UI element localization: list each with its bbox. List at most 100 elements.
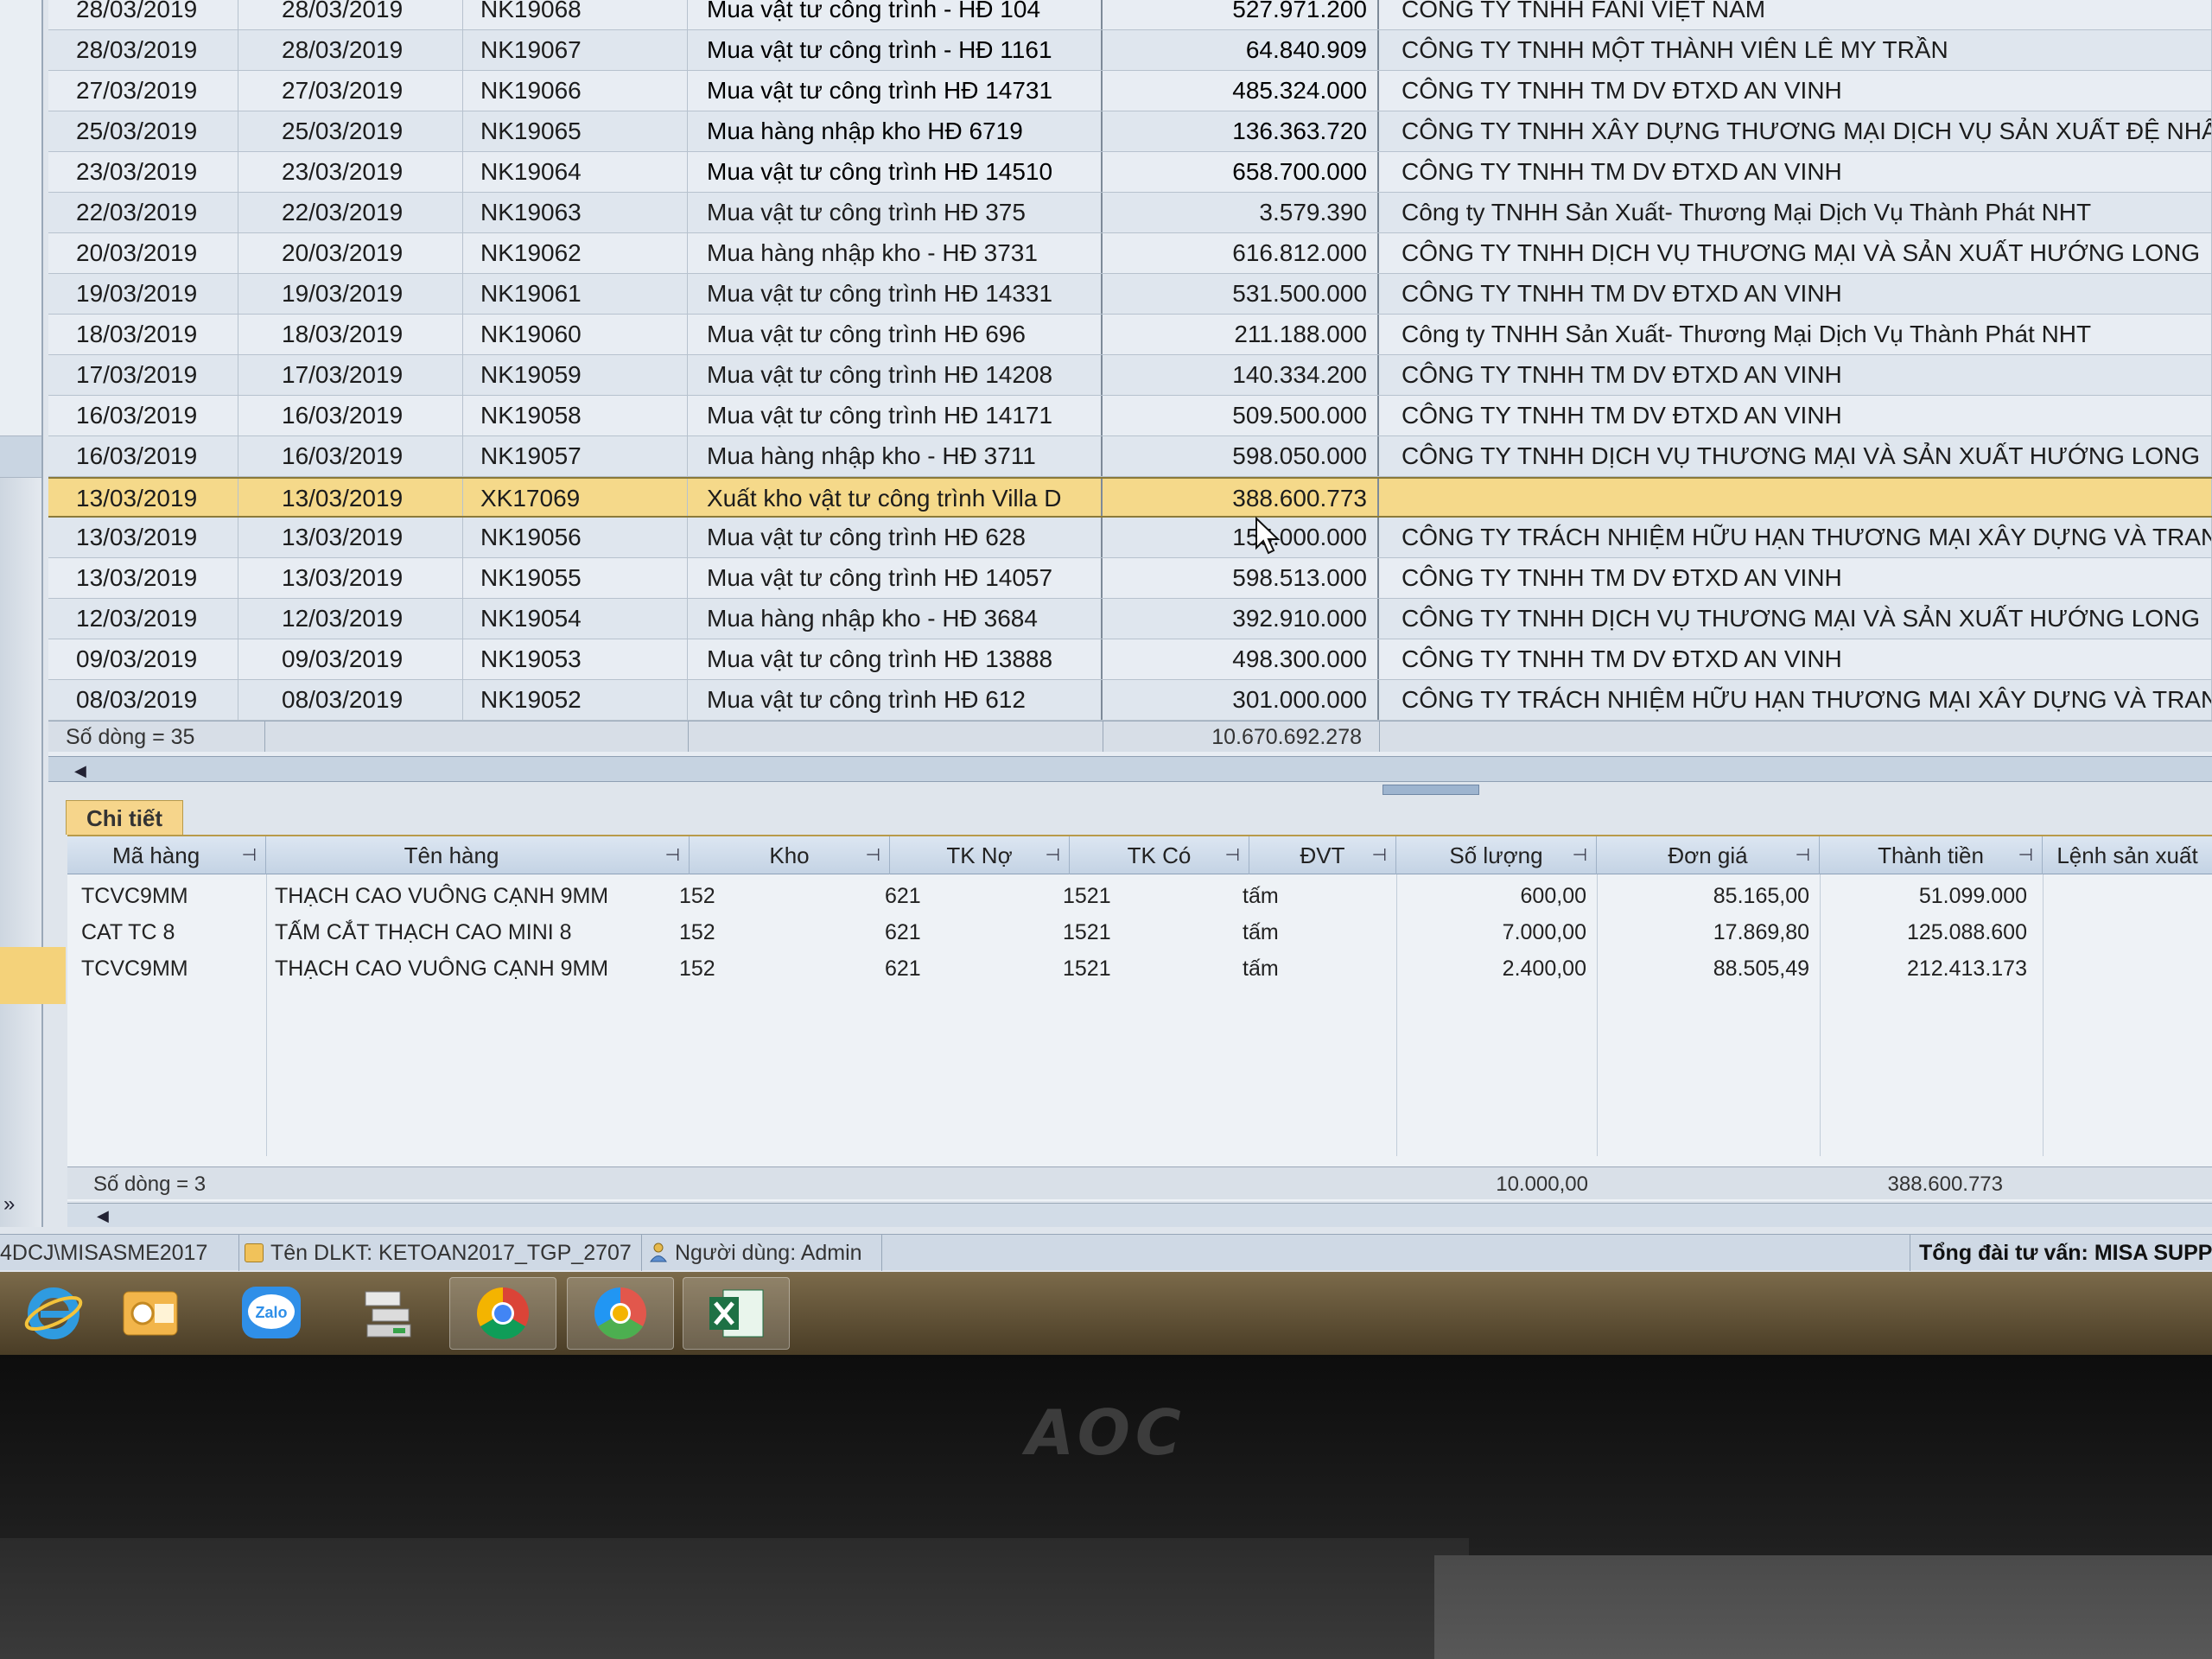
cell-supplier: CÔNG TY TNHH XÂY DỰNG THƯƠNG MẠI DỊCH VỤ… bbox=[1379, 111, 2212, 151]
voucher-grid[interactable]: 28/03/2019 28/03/2019 NK19068 Mua vật tư cô… bbox=[48, 0, 2212, 760]
taskbar-zalo[interactable]: Zalo bbox=[218, 1277, 325, 1350]
cell-description: Mua vật tư công trình HĐ 14731 bbox=[688, 71, 1103, 111]
cell-document-date: 12/03/2019 bbox=[238, 599, 463, 639]
col-header-tk-co[interactable]: TK Có ⊣ bbox=[1070, 836, 1249, 874]
voucher-row[interactable]: 16/03/2019 16/03/2019 NK19058 Mua vật tư cô… bbox=[48, 396, 2212, 436]
database-icon bbox=[245, 1243, 264, 1262]
cell-document-number: NK19063 bbox=[463, 193, 688, 232]
cell-amount: 136.363.720 bbox=[1103, 111, 1379, 151]
pin-icon[interactable]: ⊣ bbox=[665, 836, 680, 874]
taskbar-chrome-canary[interactable] bbox=[567, 1277, 674, 1350]
voucher-row[interactable]: 19/03/2019 19/03/2019 NK19061 Mua vật tư cô… bbox=[48, 274, 2212, 315]
voucher-row[interactable]: 28/03/2019 28/03/2019 NK19067 Mua vật tư cô… bbox=[48, 30, 2212, 71]
voucher-row[interactable]: 16/03/2019 16/03/2019 NK19057 Mua hàng nhập… bbox=[48, 436, 2212, 477]
cell-document-number: NK19057 bbox=[463, 436, 688, 476]
col-header-label: Mã hàng bbox=[112, 842, 200, 868]
mouse-cursor-icon bbox=[1255, 517, 1281, 555]
cell-amount: 140.334.200 bbox=[1103, 355, 1379, 395]
cell-supplier: CÔNG TY TNHH TM DV ĐTXD AN VINH bbox=[1379, 152, 2212, 192]
taskbar: Zalo bbox=[0, 1272, 2212, 1355]
col-header-label: Kho bbox=[769, 842, 810, 868]
taskbar-outlook[interactable] bbox=[97, 1277, 204, 1350]
pin-icon[interactable]: ⊣ bbox=[1046, 836, 1060, 874]
col-header-don-gia[interactable]: Đơn giá ⊣ bbox=[1597, 836, 1820, 874]
voucher-row[interactable]: 09/03/2019 09/03/2019 NK19053 Mua vật tư cô… bbox=[48, 639, 2212, 680]
scroll-left-icon[interactable]: ◀ bbox=[97, 1207, 109, 1225]
cell-document-number: NK19053 bbox=[463, 639, 688, 679]
cell-document-date: 13/03/2019 bbox=[238, 518, 463, 557]
cell-description: Mua vật tư công trình HĐ 14331 bbox=[688, 274, 1103, 314]
pin-icon[interactable]: ⊣ bbox=[1573, 836, 1587, 874]
cell-document-date: 08/03/2019 bbox=[238, 680, 463, 720]
voucher-row[interactable]: 13/03/2019 13/03/2019 NK19056 Mua vật tư cô… bbox=[48, 518, 2212, 558]
taskbar-file-manager[interactable] bbox=[335, 1277, 442, 1350]
col-header-ma-hang[interactable]: Mã hàng ⊣ bbox=[67, 836, 266, 874]
voucher-row[interactable]: 18/03/2019 18/03/2019 NK19060 Mua vật tư cô… bbox=[48, 315, 2212, 355]
cell-debit-account: 621 bbox=[885, 957, 921, 981]
pin-icon[interactable]: ⊣ bbox=[866, 836, 880, 874]
detail-row[interactable]: TCVC9MM THẠCH CAO VUÔNG CẠNH 9MM 152 621 152… bbox=[67, 878, 2212, 914]
voucher-row[interactable]: 08/03/2019 08/03/2019 NK19052 Mua vật tư cô… bbox=[48, 680, 2212, 721]
voucher-row-selected[interactable]: 13/03/2019 13/03/2019 XK17069 Xuất kho vật … bbox=[48, 477, 2212, 518]
chrome-canary-icon bbox=[594, 1287, 646, 1340]
cell-document-number: NK19062 bbox=[463, 233, 688, 273]
detail-horizontal-scrollbar[interactable]: ◀ bbox=[67, 1203, 2212, 1227]
desk-surface bbox=[0, 1538, 1469, 1659]
pin-icon[interactable]: ⊣ bbox=[1225, 836, 1240, 874]
col-header-dvt[interactable]: ĐVT ⊣ bbox=[1249, 836, 1396, 874]
col-header-label: Tên hàng bbox=[404, 842, 499, 868]
col-header-ten-hang[interactable]: Tên hàng ⊣ bbox=[266, 836, 690, 874]
voucher-row[interactable]: 27/03/2019 27/03/2019 NK19066 Mua vật tư cô… bbox=[48, 71, 2212, 111]
cell-description: Mua vật tư công trình HĐ 14171 bbox=[688, 396, 1103, 435]
scroll-left-icon[interactable]: ◀ bbox=[74, 762, 86, 780]
master-horizontal-scrollbar[interactable]: ◀ bbox=[48, 756, 2212, 782]
cell-document-number: NK19055 bbox=[463, 558, 688, 598]
cell-document-number: NK19067 bbox=[463, 30, 688, 70]
voucher-row[interactable]: 17/03/2019 17/03/2019 NK19059 Mua vật tư cô… bbox=[48, 355, 2212, 396]
status-divider bbox=[881, 1235, 882, 1271]
cell-supplier bbox=[1379, 479, 2212, 516]
taskbar-internet-explorer[interactable] bbox=[0, 1277, 107, 1350]
cell-document-date: 19/03/2019 bbox=[238, 274, 463, 314]
panel-splitter-handle[interactable] bbox=[1382, 785, 1479, 795]
col-header-kho[interactable]: Kho ⊣ bbox=[690, 836, 890, 874]
zalo-icon-label: Zalo bbox=[255, 1304, 287, 1321]
pin-icon[interactable]: ⊣ bbox=[242, 836, 257, 874]
pin-icon[interactable]: ⊣ bbox=[2018, 836, 2033, 874]
voucher-row[interactable]: 12/03/2019 12/03/2019 NK19054 Mua hàng nhập… bbox=[48, 599, 2212, 639]
detail-row[interactable]: CAT TC 8 TẤM CẮT THẠCH CAO MINI 8 152 621 15… bbox=[67, 914, 2212, 950]
voucher-row[interactable]: 13/03/2019 13/03/2019 NK19055 Mua vật tư cô… bbox=[48, 558, 2212, 599]
zalo-icon: Zalo bbox=[242, 1287, 301, 1338]
cell-amount: 485.324.000 bbox=[1103, 71, 1379, 111]
col-header-lenh-san-xuat[interactable]: Lệnh sản xuất bbox=[2043, 836, 2212, 874]
cell-supplier: CÔNG TY TNHH FANI VIỆT NAM bbox=[1379, 0, 2212, 29]
cell-item-name: THẠCH CAO VUÔNG CẠNH 9MM bbox=[275, 884, 609, 908]
tab-detail[interactable]: Chi tiết bbox=[66, 800, 183, 835]
voucher-row[interactable]: 28/03/2019 28/03/2019 NK19068 Mua vật tư cô… bbox=[48, 0, 2212, 30]
voucher-row[interactable]: 20/03/2019 20/03/2019 NK19062 Mua hàng nhập… bbox=[48, 233, 2212, 274]
cell-credit-account: 1521 bbox=[1063, 920, 1111, 944]
taskbar-excel[interactable] bbox=[683, 1277, 790, 1350]
cell-document-date: 09/03/2019 bbox=[238, 639, 463, 679]
master-grid-footer: Số dòng = 35 10.670.692.278 bbox=[48, 721, 2212, 752]
detail-grid[interactable]: Mã hàng ⊣ Tên hàng ⊣ Kho ⊣ TK Nợ ⊣ TK Có ⊣ ĐV… bbox=[67, 835, 2212, 1201]
col-header-label: Đơn giá bbox=[1668, 842, 1748, 868]
col-header-thanh-tien[interactable]: Thành tiền ⊣ bbox=[1820, 836, 2043, 874]
col-header-label: TK Nợ bbox=[946, 842, 1013, 868]
col-header-so-luong[interactable]: Số lượng ⊣ bbox=[1396, 836, 1597, 874]
cell-item-code: TCVC9MM bbox=[81, 884, 188, 908]
cell-amount: 392.910.000 bbox=[1103, 599, 1379, 639]
cell-warehouse: 152 bbox=[679, 957, 715, 981]
pin-icon[interactable]: ⊣ bbox=[1796, 836, 1810, 874]
cell-description: Mua vật tư công trình HĐ 375 bbox=[688, 193, 1103, 232]
voucher-row[interactable]: 23/03/2019 23/03/2019 NK19064 Mua vật tư cô… bbox=[48, 152, 2212, 193]
taskbar-chrome[interactable] bbox=[449, 1277, 556, 1350]
expand-arrows-icon[interactable]: » bbox=[3, 1192, 15, 1217]
col-header-tk-no[interactable]: TK Nợ ⊣ bbox=[890, 836, 1070, 874]
voucher-row[interactable]: 25/03/2019 25/03/2019 NK19065 Mua hàng nhập… bbox=[48, 111, 2212, 152]
cell-description: Mua vật tư công trình HĐ 14057 bbox=[688, 558, 1103, 598]
pin-icon[interactable]: ⊣ bbox=[1372, 836, 1387, 874]
detail-quantity-total: 10.000,00 bbox=[1496, 1173, 1588, 1196]
detail-row[interactable]: TCVC9MM THẠCH CAO VUÔNG CẠNH 9MM 152 621 152… bbox=[67, 950, 2212, 987]
voucher-row[interactable]: 22/03/2019 22/03/2019 NK19063 Mua vật tư cô… bbox=[48, 193, 2212, 233]
